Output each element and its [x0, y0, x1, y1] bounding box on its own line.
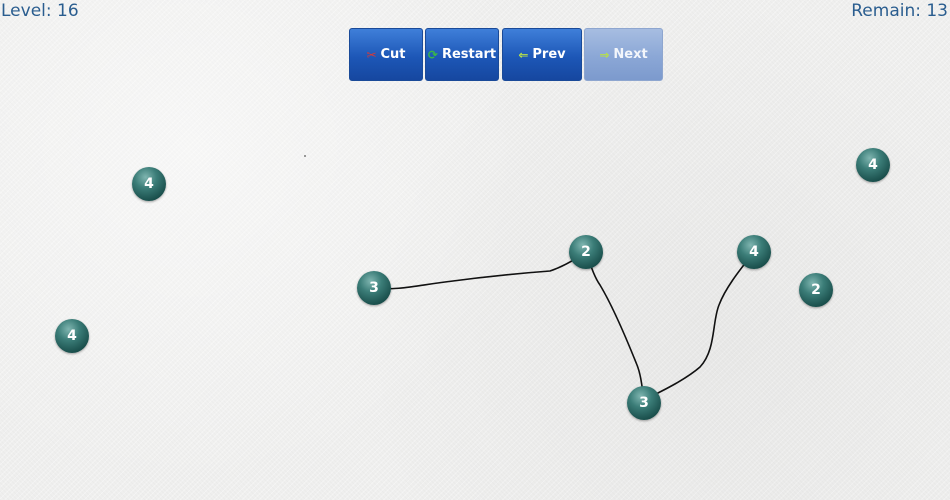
node-ball[interactable]: 4 — [856, 148, 890, 182]
node-ball[interactable]: 3 — [627, 386, 661, 420]
node-ball[interactable]: 2 — [799, 273, 833, 307]
connection-line — [373, 251, 587, 290]
game-board[interactable]: Level: 16 Remain: 13 ✂ Cut ⟳ Restart ⇐ P… — [0, 0, 950, 500]
node-ball[interactable]: 4 — [737, 235, 771, 269]
connection-lines — [304, 155, 755, 401]
connection-line — [585, 251, 645, 401]
node-ball[interactable]: 3 — [357, 271, 391, 305]
node-ball[interactable]: 4 — [55, 319, 89, 353]
stray-mark — [304, 155, 306, 157]
node-ball[interactable]: 2 — [569, 235, 603, 269]
node-ball[interactable]: 4 — [132, 167, 166, 201]
connection-line — [643, 251, 755, 401]
